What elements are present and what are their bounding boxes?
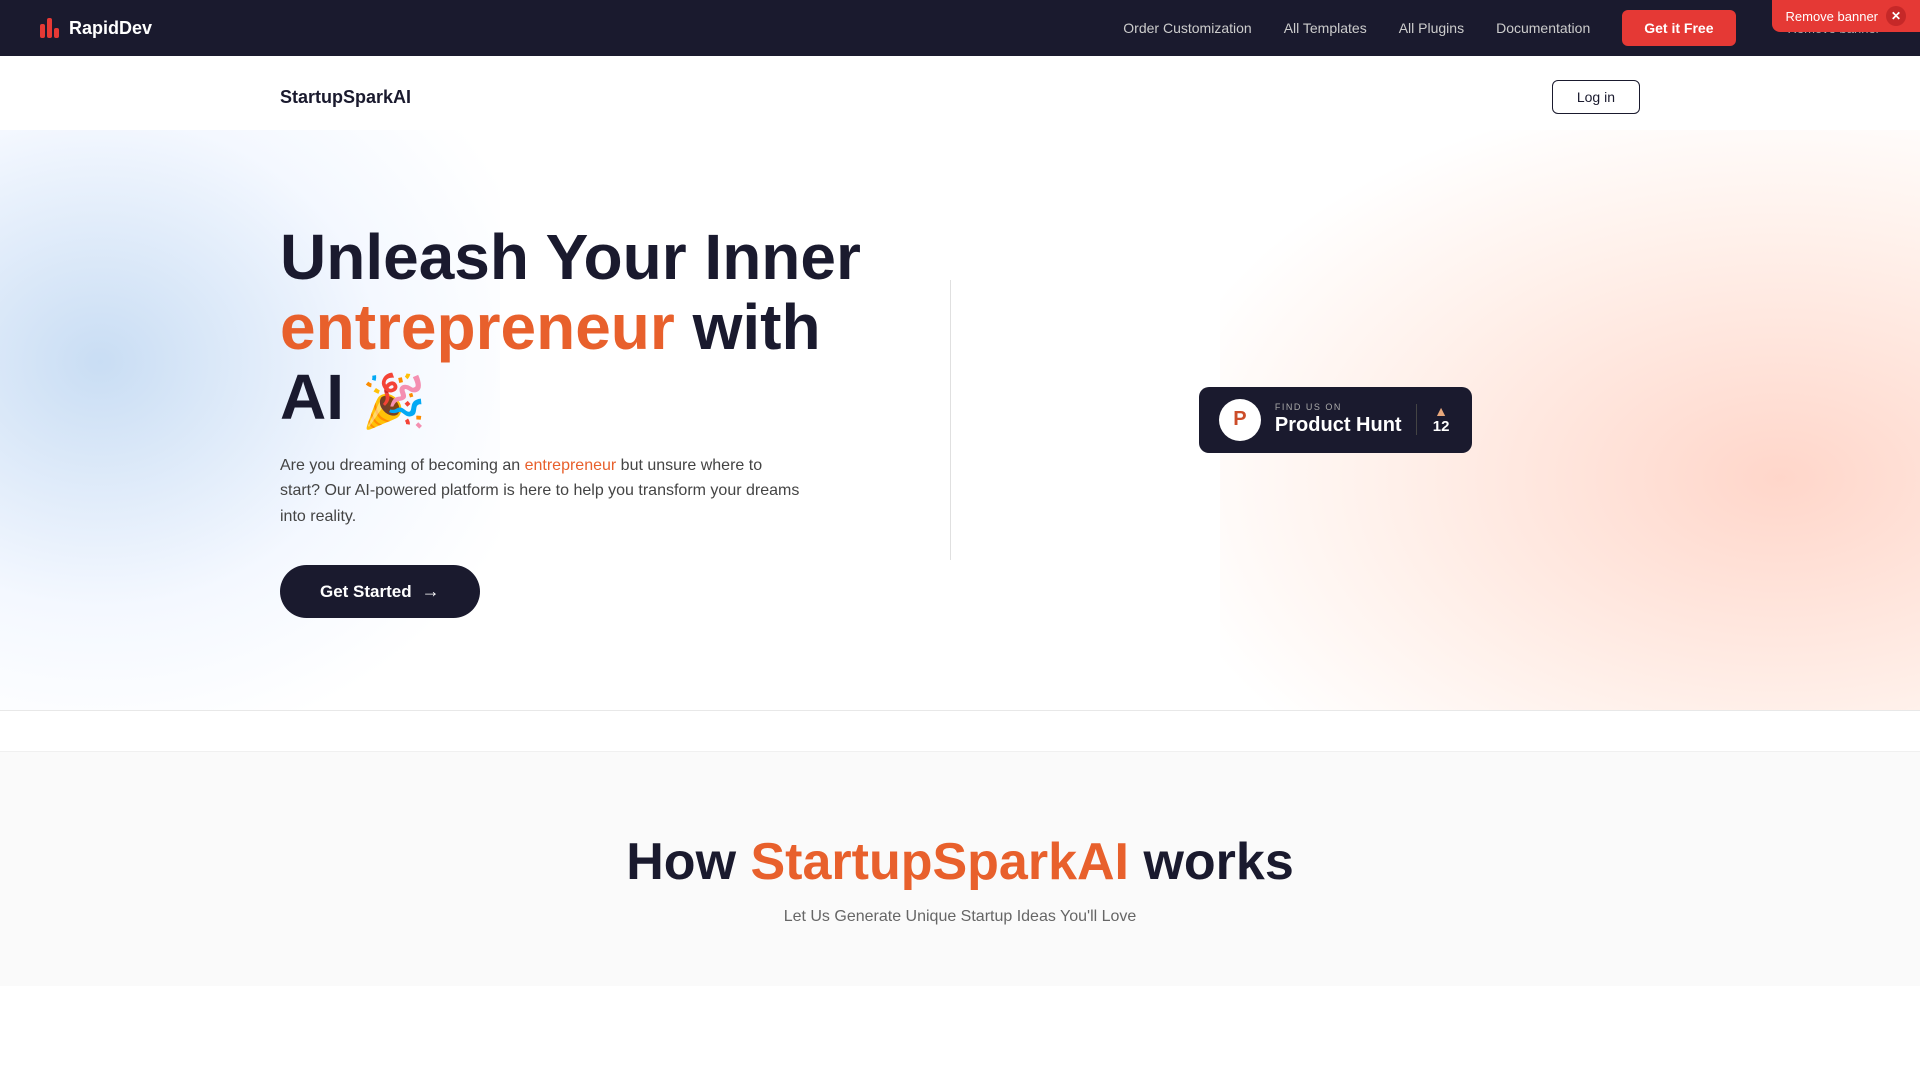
product-hunt-find-us: FIND US ON	[1275, 402, 1402, 412]
site-header: StartupSparkAI Log in	[0, 56, 1920, 130]
site-title: StartupSparkAI	[280, 87, 411, 108]
nav-all-templates[interactable]: All Templates	[1284, 20, 1367, 36]
hero-desc-prefix: Are you dreaming of becoming an	[280, 457, 525, 474]
hero-desc-link[interactable]: entrepreneur	[525, 457, 617, 474]
navbar-logo-text: RapidDev	[69, 18, 152, 39]
logo-bar-2	[47, 18, 52, 38]
product-hunt-votes: ▲ 12	[1416, 404, 1452, 435]
login-button[interactable]: Log in	[1552, 80, 1640, 114]
hero-right: P FIND US ON Product Hunt ▲ 12	[951, 387, 1641, 453]
navbar: RapidDev Order Customization All Templat…	[0, 0, 1920, 56]
rapiddev-logo-icon	[40, 18, 59, 38]
hero-description: Are you dreaming of becoming an entrepre…	[280, 453, 800, 530]
how-heading-suffix: works	[1129, 833, 1294, 891]
nav-order-customization[interactable]: Order Customization	[1123, 20, 1251, 36]
navbar-logo[interactable]: RapidDev	[40, 18, 152, 39]
remove-banner-label[interactable]: Remove banner	[1786, 9, 1879, 24]
product-hunt-logo: P	[1219, 399, 1261, 441]
hero-heading-highlight: entrepreneur	[280, 291, 675, 363]
get-started-label: Get Started	[320, 582, 412, 602]
top-banner: Remove banner ✕	[1772, 0, 1920, 32]
hero-heading: Unleash Your Inner entrepreneur with AI …	[280, 222, 890, 433]
product-hunt-logo-letter: P	[1233, 408, 1246, 431]
hero-section: Unleash Your Inner entrepreneur with AI …	[0, 130, 1920, 710]
product-hunt-votes-count: 12	[1433, 418, 1450, 435]
product-hunt-text: FIND US ON Product Hunt	[1275, 402, 1402, 437]
product-hunt-badge[interactable]: P FIND US ON Product Hunt ▲ 12	[1199, 387, 1472, 453]
navbar-links: Order Customization All Templates All Pl…	[1123, 10, 1880, 46]
nav-documentation[interactable]: Documentation	[1496, 20, 1590, 36]
get-started-button[interactable]: Get Started →	[280, 565, 480, 618]
get-started-arrow: →	[422, 581, 440, 602]
how-heading: How StartupSparkAI works	[280, 832, 1640, 892]
product-hunt-votes-arrow: ▲	[1434, 404, 1448, 418]
logo-bar-1	[40, 24, 45, 38]
hero-content: Unleash Your Inner entrepreneur with AI …	[0, 222, 1920, 619]
banner-close-button[interactable]: ✕	[1886, 6, 1906, 26]
nav-all-plugins[interactable]: All Plugins	[1399, 20, 1464, 36]
logo-bar-3	[54, 28, 59, 38]
section-divider-1	[0, 710, 1920, 711]
hero-heading-line1: Unleash Your Inner	[280, 221, 861, 293]
get-it-free-button[interactable]: Get it Free	[1622, 10, 1735, 46]
hero-left: Unleash Your Inner entrepreneur with AI …	[280, 222, 950, 619]
how-subtitle: Let Us Generate Unique Startup Ideas You…	[280, 908, 1640, 926]
product-hunt-name: Product Hunt	[1275, 414, 1402, 436]
how-heading-highlight: StartupSparkAI	[750, 833, 1129, 891]
how-heading-prefix: How	[626, 833, 750, 891]
how-section: How StartupSparkAI works Let Us Generate…	[0, 752, 1920, 986]
